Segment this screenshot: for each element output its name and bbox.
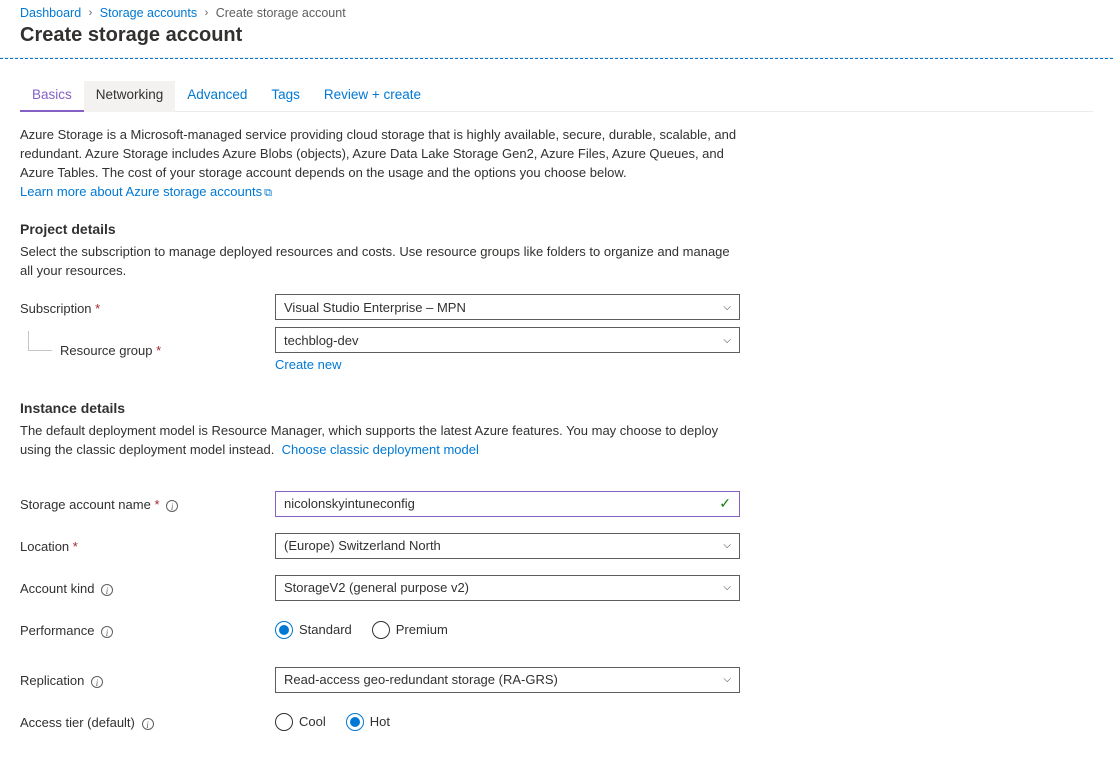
section-desc-instance: The default deployment model is Resource… [20,422,740,460]
breadcrumb-storage-accounts[interactable]: Storage accounts [100,6,197,20]
intro-text: Azure Storage is a Microsoft-managed ser… [20,126,740,201]
label-access-tier: Access tier (default) i [20,713,275,730]
radio-tier-cool[interactable]: Cool [275,713,326,731]
info-icon[interactable]: i [101,584,113,596]
input-storage-name[interactable]: nicolonskyintuneconfig ✓ [275,491,740,517]
chevron-right-icon: › [205,7,209,19]
tab-networking[interactable]: Networking [84,81,176,112]
info-icon[interactable]: i [142,718,154,730]
tab-bar: Basics Networking Advanced Tags Review +… [20,81,1093,112]
link-create-new-rg[interactable]: Create new [275,357,341,372]
chevron-right-icon: › [89,7,93,19]
link-classic-model[interactable]: Choose classic deployment model [282,442,479,457]
breadcrumb-current: Create storage account [216,6,346,20]
tab-tags[interactable]: Tags [259,81,312,112]
external-link-icon: ⧉ [264,187,272,199]
label-resource-group: Resource group * [20,341,275,358]
tab-advanced[interactable]: Advanced [175,81,259,112]
breadcrumb: Dashboard › Storage accounts › Create st… [0,0,1113,24]
tab-basics[interactable]: Basics [20,81,84,112]
radio-performance-standard[interactable]: Standard [275,621,352,639]
label-subscription: Subscription * [20,299,275,316]
page-title: Create storage account [0,24,1113,57]
label-account-kind: Account kind i [20,579,275,596]
chevron-down-icon: ⌵ [723,302,731,313]
section-heading-instance: Instance details [20,400,740,416]
info-icon[interactable]: i [91,676,103,688]
chevron-down-icon: ⌵ [723,674,731,685]
chevron-down-icon: ⌵ [723,582,731,593]
info-icon[interactable]: i [101,626,113,638]
chevron-down-icon: ⌵ [723,335,731,346]
breadcrumb-dashboard[interactable]: Dashboard [20,6,81,20]
select-account-kind[interactable]: StorageV2 (general purpose v2) ⌵ [275,575,740,601]
tab-review-create[interactable]: Review + create [312,81,433,112]
check-icon: ✓ [719,495,731,512]
radio-group-access-tier: Cool Hot [275,708,740,736]
label-replication: Replication i [20,671,275,688]
section-heading-project: Project details [20,221,740,237]
select-subscription[interactable]: Visual Studio Enterprise – MPN ⌵ [275,294,740,320]
learn-more-link[interactable]: Learn more about Azure storage accounts⧉ [20,184,272,199]
radio-group-performance: Standard Premium [275,616,740,644]
select-replication[interactable]: Read-access geo-redundant storage (RA-GR… [275,667,740,693]
select-location[interactable]: (Europe) Switzerland North ⌵ [275,533,740,559]
tree-connector-icon [28,331,52,351]
radio-performance-premium[interactable]: Premium [372,621,448,639]
label-location: Location * [20,537,275,554]
chevron-down-icon: ⌵ [723,540,731,551]
label-performance: Performance i [20,621,275,638]
radio-tier-hot[interactable]: Hot [346,713,390,731]
section-desc-project: Select the subscription to manage deploy… [20,243,740,281]
info-icon[interactable]: i [166,500,178,512]
label-storage-name: Storage account name * i [20,495,275,512]
select-resource-group[interactable]: techblog-dev ⌵ [275,327,740,353]
